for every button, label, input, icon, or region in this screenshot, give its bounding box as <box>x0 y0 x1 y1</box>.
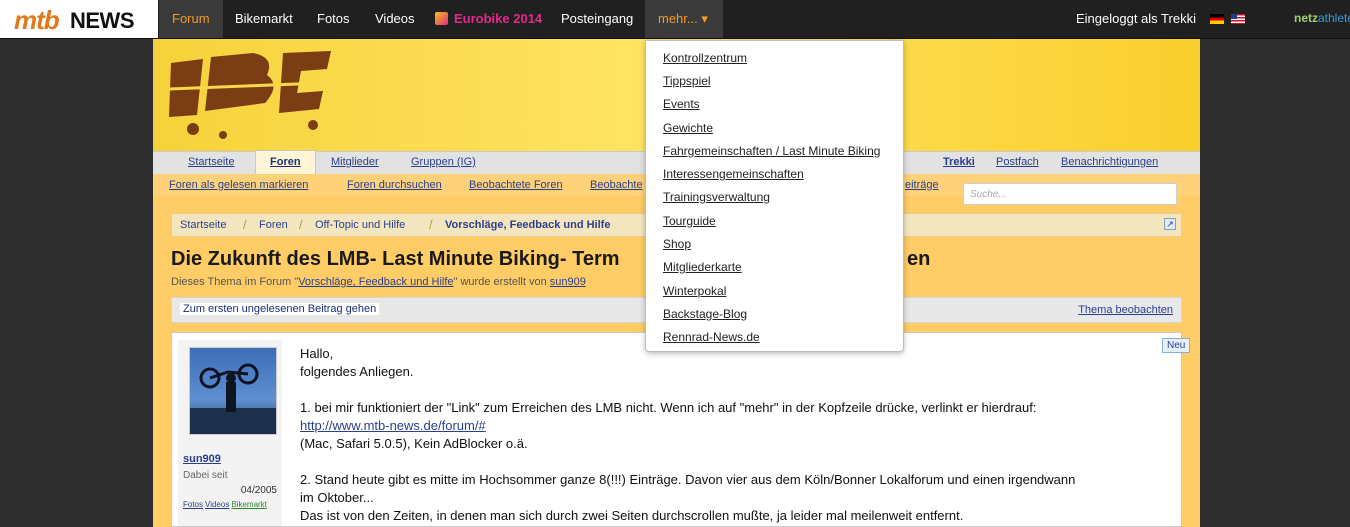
author-videos-link[interactable]: Videos <box>205 500 229 509</box>
menu-item-shop[interactable]: Shop <box>663 237 691 251</box>
mehr-dropdown-menu: Kontrollzentrum Tippspiel Events Gewicht… <box>645 40 904 352</box>
meta-user-link[interactable]: sun909 <box>550 276 586 288</box>
post-line <box>300 453 1160 471</box>
netzathleten-logo[interactable]: netzathleten <box>1294 11 1350 25</box>
nav-bikemarkt[interactable]: Bikemarkt <box>222 0 306 38</box>
breadcrumb-offtopic[interactable]: Off-Topic und Hilfe <box>315 219 405 231</box>
menu-item-gewichte[interactable]: Gewichte <box>663 121 713 135</box>
new-posts-link[interactable]: eiträge <box>905 179 939 191</box>
nav-fotos[interactable]: Fotos <box>304 0 363 38</box>
post-line: im Oktober... <box>300 490 374 505</box>
post-line <box>300 381 1160 399</box>
menu-item-trainingsverwaltung[interactable]: Trainingsverwaltung <box>663 190 770 204</box>
user-link-trekki[interactable]: Trekki <box>943 156 975 168</box>
menu-item-rennrad-news[interactable]: Rennrad-News.de <box>663 330 760 344</box>
search-forums-link[interactable]: Foren durchsuchen <box>347 179 442 191</box>
meta-forum-link[interactable]: Vorschläge, Feedback und Hilfe <box>298 276 453 288</box>
menu-item-backstage-blog[interactable]: Backstage-Blog <box>663 307 747 321</box>
post-line: folgendes Anliegen. <box>300 364 414 379</box>
menu-item-mitgliederkarte[interactable]: Mitgliederkarte <box>663 260 742 274</box>
post-body: Hallo, folgendes Anliegen. 1. bei mir fu… <box>300 345 1160 525</box>
breadcrumb-separator: / <box>243 217 247 232</box>
nav-forum[interactable]: Forum <box>159 0 223 38</box>
thread-title: Die Zukunft des LMB- Last Minute Biking-… <box>171 248 930 271</box>
breadcrumb-separator: / <box>429 217 433 232</box>
post-author-box: sun909 Dabei seit 04/2005 Fotos Videos Bik… <box>178 340 282 526</box>
mark-read-link[interactable]: Foren als gelesen markieren <box>169 179 308 191</box>
avatar[interactable] <box>189 347 277 435</box>
watch-thread-link[interactable]: Thema beobachten <box>1078 304 1173 316</box>
post-line: 2. Stand heute gibt es mitte im Hochsomm… <box>300 472 1076 487</box>
mtb-news-logo[interactable]: mtb NEWS <box>0 0 158 38</box>
member-since-label: Dabei seit <box>183 470 228 481</box>
menu-item-winterpokal[interactable]: Winterpokal <box>663 284 726 298</box>
breadcrumb-startseite[interactable]: Startseite <box>180 219 226 231</box>
nav-videos[interactable]: Videos <box>362 0 428 38</box>
author-fotos-link[interactable]: Fotos <box>183 500 203 509</box>
member-since-value: 04/2005 <box>240 485 277 496</box>
post-author-name[interactable]: sun909 <box>183 453 221 465</box>
us-flag-icon[interactable] <box>1231 14 1245 24</box>
nav-mehr[interactable]: mehr... ▾ <box>645 0 723 38</box>
post-line: Das ist von den Zeiten, in denen man sic… <box>300 508 964 523</box>
top-navigation-bar: mtb NEWS Forum Bikemarkt Fotos Videos Eu… <box>0 0 1350 39</box>
external-link-icon[interactable]: ↗ <box>1164 218 1176 230</box>
new-badge: Neu <box>1162 338 1191 353</box>
tab-mitglieder[interactable]: Mitglieder <box>331 156 379 168</box>
tab-foren[interactable]: Foren <box>255 150 316 175</box>
menu-item-fahrgemeinschaften[interactable]: Fahrgemeinschaften / Last Minute Biking <box>663 144 880 158</box>
breadcrumb-vorschlaege[interactable]: Vorschläge, Feedback und Hilfe <box>445 219 610 231</box>
netz-text: netz <box>1294 11 1318 25</box>
first-unread-button[interactable]: Zum ersten ungelesenen Beitrag gehen <box>180 303 380 315</box>
tab-gruppen[interactable]: Gruppen (IG) <box>411 156 476 168</box>
nav-posteingang[interactable]: Posteingang <box>548 0 646 38</box>
menu-item-interessengemeinschaften[interactable]: Interessengemeinschaften <box>663 167 804 181</box>
post-line: 1. bei mir funktioniert der "Link" zum E… <box>300 400 1037 415</box>
meta-mid: " wurde erstellt von <box>453 276 550 288</box>
search-input[interactable]: Suche... <box>963 183 1177 205</box>
avatar-image <box>190 363 276 434</box>
breadcrumb-foren[interactable]: Foren <box>259 219 288 231</box>
watched-threads-link[interactable]: Beobachte <box>590 179 643 191</box>
menu-item-tourguide[interactable]: Tourguide <box>663 214 716 228</box>
postfach-link[interactable]: Postfach <box>996 156 1039 168</box>
logo-news-text: NEWS <box>70 8 135 33</box>
menu-item-events[interactable]: Events <box>663 97 700 111</box>
post-line: (Mac, Safari 5.0.5), Kein AdBlocker o.ä. <box>300 436 528 451</box>
thread-meta: Dieses Thema im Forum "Vorschläge, Feedb… <box>171 276 586 288</box>
logo-mtb-text: mtb <box>14 5 60 35</box>
benachrichtigungen-link[interactable]: Benachrichtigungen <box>1061 156 1158 168</box>
menu-item-kontrollzentrum[interactable]: Kontrollzentrum <box>663 51 747 65</box>
post-link[interactable]: http://www.mtb-news.de/forum/# <box>300 417 1160 435</box>
menu-item-tippspiel[interactable]: Tippspiel <box>663 74 711 88</box>
author-links: Fotos Videos Bikemarkt <box>183 500 269 509</box>
thread-title-text: Die Zukunft des LMB- Last Minute Biking-… <box>171 248 620 270</box>
tab-startseite[interactable]: Startseite <box>188 156 234 168</box>
author-bikemarkt-link[interactable]: Bikemarkt <box>231 500 267 509</box>
watched-forums-link[interactable]: Beobachtete Foren <box>469 179 563 191</box>
athleten-text: athleten <box>1318 11 1350 25</box>
ibc-logo[interactable] <box>163 45 333 145</box>
nav-eurobike[interactable]: Eurobike 2014 <box>441 0 555 38</box>
logged-in-as[interactable]: Eingeloggt als Trekki <box>1063 0 1209 38</box>
thread-title-tail: en <box>907 248 931 270</box>
breadcrumb-separator: / <box>299 217 303 232</box>
meta-prefix: Dieses Thema im Forum " <box>171 276 299 288</box>
german-flag-icon[interactable] <box>1210 14 1224 24</box>
forum-post: sun909 Dabei seit 04/2005 Fotos Videos Bik… <box>171 332 1182 527</box>
